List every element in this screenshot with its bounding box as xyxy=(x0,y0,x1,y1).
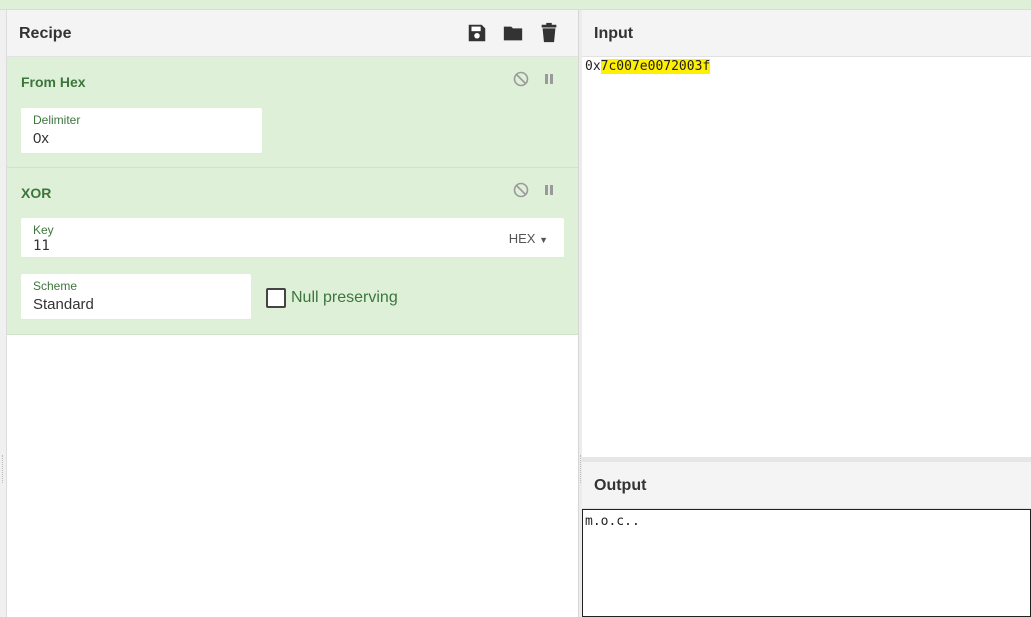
disable-icon[interactable] xyxy=(513,182,529,198)
input-title: Input xyxy=(594,25,634,42)
key-format-label: HEX xyxy=(508,231,536,246)
input-highlight: 7c007e0072003f xyxy=(600,59,711,74)
null-preserving-checkbox[interactable] xyxy=(266,288,286,308)
null-preserving-label: Null preserving xyxy=(291,289,398,306)
input-prefix: 0x xyxy=(585,59,601,74)
scheme-label: Scheme xyxy=(33,279,78,293)
recipe-header: Recipe xyxy=(7,10,578,57)
save-icon[interactable] xyxy=(466,22,488,44)
operation-from-hex: From Hex Delimiter 0x xyxy=(7,57,578,168)
output-header: Output xyxy=(582,462,1031,509)
delimiter-value: 0x xyxy=(33,130,49,147)
delimiter-label: Delimiter xyxy=(33,113,81,127)
trash-icon[interactable] xyxy=(538,22,560,44)
operation-name: From Hex xyxy=(21,74,86,90)
delimiter-field[interactable]: Delimiter 0x xyxy=(21,108,262,154)
scheme-value: Standard xyxy=(33,296,94,313)
key-label: Key xyxy=(33,223,54,237)
caret-down-icon: ▼ xyxy=(539,235,548,245)
output-textarea[interactable]: m.o.c.. xyxy=(582,509,1031,617)
folder-icon[interactable] xyxy=(502,22,524,44)
recipe-pane: Recipe From Hex Delimiter 0x XOR Key 11 … xyxy=(7,10,578,617)
input-text: 0x7c007e0072003f xyxy=(585,59,711,74)
grip-dots xyxy=(2,455,5,483)
output-text: m.o.c.. xyxy=(585,514,640,529)
pause-icon[interactable] xyxy=(541,71,557,87)
disable-icon[interactable] xyxy=(513,71,529,87)
recipe-title: Recipe xyxy=(19,25,72,42)
output-title: Output xyxy=(594,477,647,494)
operation-xor: XOR Key 11 HEX ▼ Scheme Standard Null pr… xyxy=(7,168,578,335)
key-format-dropdown[interactable]: HEX ▼ xyxy=(509,231,548,246)
operation-name: XOR xyxy=(21,185,52,201)
left-resize-handle[interactable] xyxy=(0,10,7,617)
top-banner xyxy=(0,0,1031,10)
key-value: 11 xyxy=(33,238,50,254)
pause-icon[interactable] xyxy=(541,182,557,198)
input-header: Input xyxy=(582,10,1031,57)
scheme-field[interactable]: Scheme Standard xyxy=(21,274,251,320)
input-textarea[interactable]: 0x7c007e0072003f xyxy=(582,57,1031,457)
key-field[interactable]: Key 11 HEX ▼ xyxy=(21,218,564,258)
